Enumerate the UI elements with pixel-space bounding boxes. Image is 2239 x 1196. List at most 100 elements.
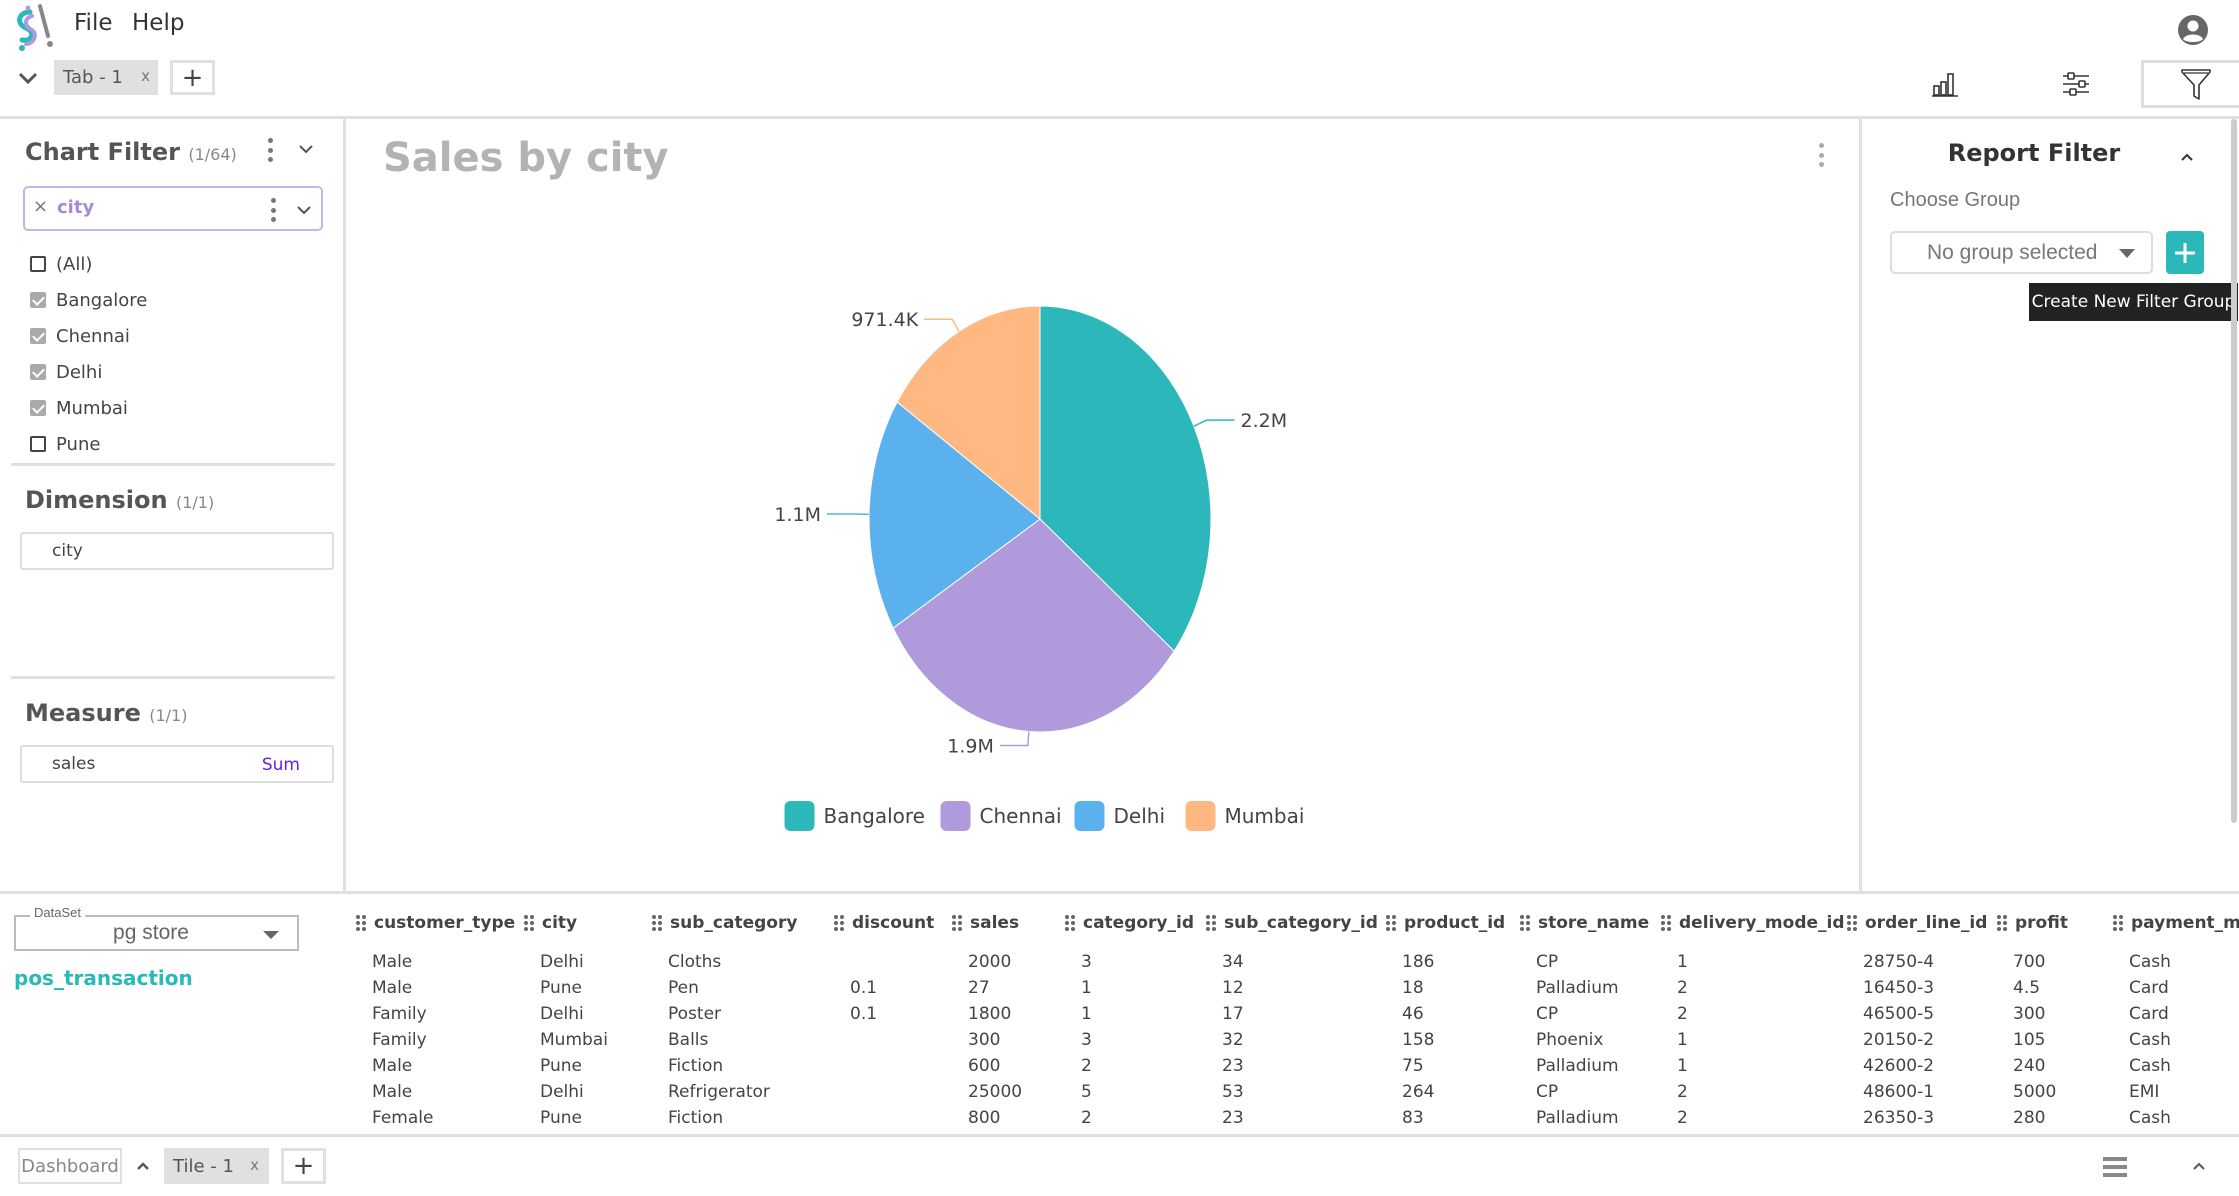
checkbox-checked[interactable]	[30, 364, 46, 380]
report-filter-collapse-icon[interactable]	[2178, 151, 2196, 163]
user-account-icon[interactable]	[2177, 14, 2209, 46]
legend-label: Mumbai	[1225, 804, 1305, 828]
filter-field-menu-icon[interactable]	[269, 198, 277, 222]
group-select[interactable]: No group selected	[1890, 231, 2153, 274]
drag-handle-icon[interactable]	[524, 915, 534, 931]
table-name-link[interactable]: pos_transaction	[14, 966, 193, 990]
tab-1[interactable]: Tab - 1 x	[54, 60, 158, 95]
drag-handle-icon[interactable]	[1206, 915, 1216, 931]
drag-handle-icon[interactable]	[1386, 915, 1396, 931]
aggregation-selector[interactable]: Sum	[262, 755, 300, 775]
column-header[interactable]: discount	[834, 910, 934, 936]
report-filter-button[interactable]	[2141, 60, 2239, 108]
data-label: 2.2M	[1241, 410, 1288, 432]
dropdown-caret-icon	[263, 931, 279, 939]
table-cell: Male	[372, 1082, 413, 1102]
add-tab-button[interactable]: +	[170, 60, 215, 95]
checkbox-checked[interactable]	[30, 328, 46, 344]
tabs-collapse-chevron-icon[interactable]	[14, 68, 42, 88]
dataset-select[interactable]: DataSet pg store	[14, 905, 299, 951]
table-cell: Balls	[668, 1030, 709, 1050]
legend-item-bangalore[interactable]: Bangalore	[784, 801, 925, 831]
data-panel-collapse-icon[interactable]	[2190, 1160, 2208, 1172]
checkbox-checked[interactable]	[30, 292, 46, 308]
filter-option[interactable]: Chennai	[30, 321, 130, 351]
filter-option[interactable]: Delhi	[30, 357, 102, 387]
legend-item-mumbai[interactable]: Mumbai	[1185, 801, 1305, 831]
column-header[interactable]: customer_type	[356, 910, 515, 936]
table-cell: 12	[1222, 978, 1244, 998]
filter-option[interactable]: (All)	[30, 249, 92, 279]
drag-handle-icon[interactable]	[1065, 915, 1075, 931]
drag-handle-icon[interactable]	[1661, 915, 1671, 931]
table-column: payment_m Cash Card Card Cash Cash EMI Cash	[2113, 910, 2239, 1128]
drag-handle-icon[interactable]	[834, 915, 844, 931]
clear-filter-icon[interactable]: ×	[33, 196, 48, 217]
add-tile-button[interactable]: +	[281, 1148, 326, 1184]
tooltip: Create New Filter Group	[2029, 283, 2238, 321]
column-header[interactable]: delivery_mode_id	[1661, 910, 1845, 936]
table-cell: 1	[1081, 978, 1092, 998]
checkbox-checked[interactable]	[30, 400, 46, 416]
tiles-expand-icon[interactable]	[134, 1160, 152, 1172]
table-cell: Delhi	[540, 952, 584, 972]
footer-divider	[0, 1134, 2239, 1137]
table-cell: Male	[372, 1056, 413, 1076]
table-column: city Delhi Pune Delhi Mumbai Pune Delhi Pune	[524, 910, 608, 1128]
column-header-label: sub_category	[670, 913, 798, 933]
column-header[interactable]: product_id	[1386, 910, 1505, 936]
column-header[interactable]: profit	[1997, 910, 2068, 936]
data-view-menu-icon[interactable]	[2103, 1157, 2127, 1177]
drag-handle-icon[interactable]	[1847, 915, 1857, 931]
column-header[interactable]: sub_category_id	[1206, 910, 1378, 936]
filter-option[interactable]: Bangalore	[30, 285, 147, 315]
drag-handle-icon[interactable]	[356, 915, 366, 931]
table-cell: Family	[372, 1030, 427, 1050]
menu-help[interactable]: Help	[132, 10, 184, 36]
table-cell: Palladium	[1536, 978, 1619, 998]
legend-item-delhi[interactable]: Delhi	[1074, 801, 1166, 831]
table-cell: 53	[1222, 1082, 1244, 1102]
chart-type-button[interactable]	[1891, 60, 2001, 108]
dashboard-button[interactable]: Dashboard	[18, 1148, 122, 1184]
column-header[interactable]: payment_m	[2113, 910, 2239, 936]
filter-option[interactable]: Pune	[30, 429, 100, 459]
filter-option[interactable]: Mumbai	[30, 393, 128, 423]
column-header[interactable]: city	[524, 910, 577, 936]
column-header[interactable]: sales	[952, 910, 1019, 936]
table-cell: CP	[1536, 1082, 1559, 1102]
measure-field[interactable]: sales Sum	[20, 745, 334, 783]
table-cell: Cash	[2129, 1056, 2171, 1076]
drag-handle-icon[interactable]	[1520, 915, 1530, 931]
menu-file[interactable]: File	[74, 10, 113, 36]
vertical-scrollbar[interactable]	[2231, 119, 2237, 823]
column-header[interactable]: order_line_id	[1847, 910, 1987, 936]
checkbox-unchecked[interactable]	[30, 256, 46, 272]
drag-handle-icon[interactable]	[1997, 915, 2007, 931]
tile-close-button[interactable]: x	[250, 1156, 259, 1174]
tile-1[interactable]: Tile - 1 x	[164, 1148, 269, 1184]
table-cell: EMI	[2129, 1082, 2160, 1102]
drag-handle-icon[interactable]	[952, 915, 962, 931]
dataset-value: pg store	[113, 921, 189, 944]
table-cell: 2	[1677, 978, 1688, 998]
column-header[interactable]: store_name	[1520, 910, 1649, 936]
chart-filter-collapse-icon[interactable]	[297, 143, 315, 155]
dimension-field[interactable]: city	[20, 532, 334, 570]
legend-item-chennai[interactable]: Chennai	[940, 801, 1062, 831]
chart-filter-menu-icon[interactable]	[266, 138, 274, 162]
column-header[interactable]: category_id	[1065, 910, 1194, 936]
create-filter-group-button[interactable]	[2166, 231, 2204, 274]
settings-sliders-button[interactable]	[2021, 60, 2131, 108]
table-column: customer_type Male Male Family Family Male Mal…	[356, 910, 515, 1128]
drag-handle-icon[interactable]	[2113, 915, 2123, 931]
table-cell: Cloths	[668, 952, 722, 972]
checkbox-unchecked[interactable]	[30, 436, 46, 452]
chart-filter-field[interactable]: × city	[23, 186, 323, 231]
data-label-connector	[924, 318, 960, 332]
table-column: order_line_id 28750-4 16450-3 46500-5 20150-…	[1847, 910, 1987, 1128]
tab-close-button[interactable]: x	[141, 67, 150, 85]
drag-handle-icon[interactable]	[652, 915, 662, 931]
filter-field-expand-icon[interactable]	[295, 204, 313, 216]
column-header[interactable]: sub_category	[652, 910, 797, 936]
